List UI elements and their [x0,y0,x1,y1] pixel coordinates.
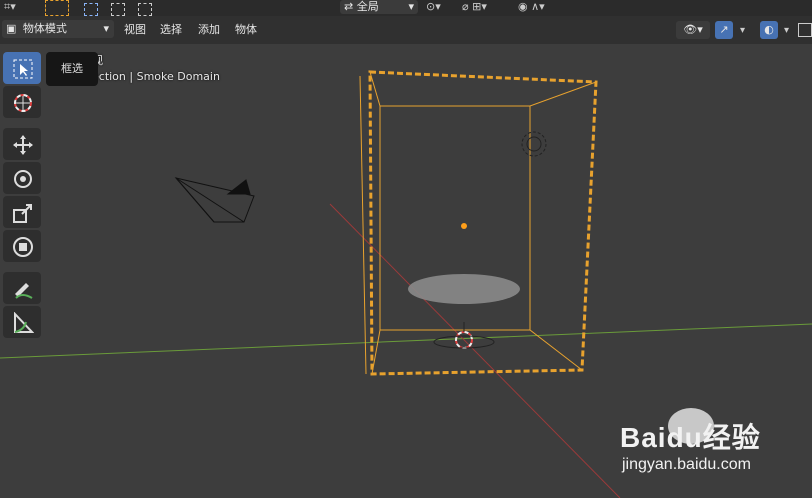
x-axis-line [329,203,621,498]
transform-orientation-dropdown[interactable]: ⇄ 全局 ▾ [340,0,418,14]
cursor-icon [14,94,32,112]
move-icon [13,135,33,155]
smoke-domain-box [359,70,598,376]
tool-transform[interactable] [3,230,41,262]
mode-icon: ▣ [6,22,17,35]
tool-tooltip: 框选 [46,52,98,86]
xray-icon[interactable] [798,23,812,37]
tool-annotate[interactable] [3,272,41,304]
overlay-toggle[interactable]: ◐ [760,21,778,39]
snap-icon[interactable]: ⌀ ⊞▾ [462,0,487,13]
collection-info-label: ection | Smoke Domain [92,70,220,83]
watermark-url: jingyan.baidu.com [622,456,751,473]
3d-cursor [433,322,495,349]
watermark-brand: Baidu经验 [620,422,761,453]
top-toolbar-strip: ⌗▾ ⇄ 全局 ▾ ⊙▾ ⌀ ⊞▾ ◉ ∧▾ [0,0,812,35]
mode-label: 物体模式 [22,22,67,35]
gizmo-dropdown-icon[interactable]: ▾ [740,25,745,36]
pivot-icon[interactable]: ⊙▾ [426,0,441,13]
smoke-emitter [408,274,520,304]
camera-object [174,177,255,223]
scale-icon [13,204,32,223]
transform-icon [13,237,33,257]
tool-move[interactable] [3,128,41,160]
object-origin-dot [461,223,467,229]
chevron-down-icon: ▾ [103,22,109,35]
select-tool-button[interactable] [45,0,69,16]
orientation-label: 全局 [356,0,379,13]
3d-viewport[interactable]: 视 ection | Smoke Domain Baidu经验 jingyan.… [0,44,812,498]
menu-object[interactable]: 物体 [229,21,263,39]
tool-rotate[interactable] [3,162,41,194]
pencil-icon [15,283,33,299]
mode-dropdown[interactable]: ▣ 物体模式 ▾ [2,20,114,38]
light-object [521,131,547,157]
rotate-icon [14,170,32,188]
menu-select[interactable]: 选择 [154,21,188,39]
visibility-dropdown[interactable]: 👁▾ [676,21,710,39]
overlay-dropdown-icon[interactable]: ▾ [784,25,789,36]
tool-scale[interactable] [3,196,41,228]
viewport-header: ▣ 物体模式 ▾ 视图 选择 添加 物体 👁▾ ↗ ▾ ◐ ▾ [0,16,812,44]
editor-type-icon[interactable]: ⌗▾ [4,0,16,14]
tool-measure[interactable] [3,306,41,338]
ruler-icon [14,312,34,333]
menu-view[interactable]: 视图 [118,21,152,39]
select-box-icon [13,59,33,79]
menu-add[interactable]: 添加 [192,21,226,39]
tool-select-box[interactable] [3,52,41,84]
selection-mode-icons[interactable] [84,1,174,35]
gizmo-toggle[interactable]: ↗ [715,21,733,39]
y-axis-line [0,323,812,359]
tool-cursor[interactable] [3,86,41,118]
proportional-edit-icon[interactable]: ◉ ∧▾ [518,0,545,13]
